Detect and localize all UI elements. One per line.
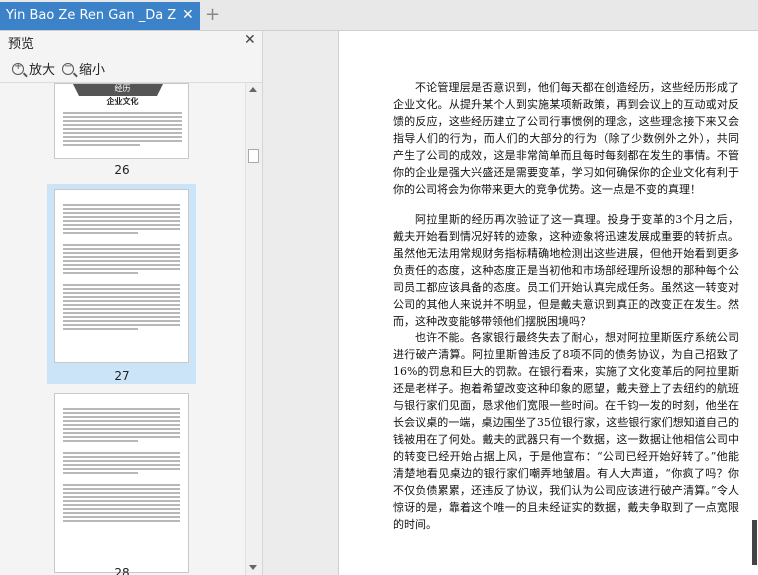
zoom-out-label: 缩小: [79, 63, 106, 78]
body-paragraph: 不论管理层是否意识到，他们每天都在创造经历，这些经历形成了企业文化。从提升某个人…: [393, 81, 739, 196]
document-viewer[interactable]: 不论管理层是否意识到，他们每天都在创造经历，这些经历形成了企业文化。从提升某个人…: [263, 31, 758, 575]
zoom-in-label: 放大: [29, 63, 56, 78]
zoom-out-button[interactable]: − 缩小: [62, 59, 105, 78]
thumbnail-scrollbar[interactable]: [245, 83, 262, 575]
document-page: 不论管理层是否意识到，他们每天都在创造经历，这些经历形成了企业文化。从提升某个人…: [338, 31, 758, 575]
add-tab-icon[interactable]: +: [205, 4, 220, 25]
sidebar-header: 预览 ✕: [0, 31, 262, 53]
thumbnail-list[interactable]: 经历 企业文化 26 27 28: [0, 83, 245, 575]
sidebar-title: 预览: [8, 36, 35, 51]
close-icon[interactable]: ✕: [182, 7, 194, 23]
zoom-in-button[interactable]: + 放大: [12, 59, 55, 78]
tab-bar: Yin Bao Ze Ren Gan _Da Zao ✕ +: [0, 0, 758, 31]
tab-title: Yin Bao Ze Ren Gan _Da Zao: [6, 8, 176, 23]
scrollbar-thumb[interactable]: [248, 149, 259, 163]
zoom-out-icon: −: [62, 61, 74, 75]
chevron-up-icon[interactable]: [249, 87, 257, 92]
thumb-heading: 企业文化: [106, 96, 139, 106]
zoom-in-icon: +: [12, 61, 24, 75]
page-number: 26: [114, 163, 130, 177]
zoom-toolbar: + 放大 − 缩小: [0, 56, 262, 83]
body-paragraph: 阿拉里斯的经历再次验证了这一真理。投身于变革的3个月之后，戴夫开始看到情况好转的…: [393, 213, 739, 328]
page-number: 27: [114, 369, 130, 383]
body-paragraph: 也许不能。各家银行最终失去了耐心，想对阿拉里斯医疗系统公司进行破产清算。阿拉里斯…: [393, 331, 739, 531]
close-icon[interactable]: ✕: [244, 32, 256, 48]
preview-sidebar: 预览 ✕ + 放大 − 缩小 经历 企业文化 26 27 28: [0, 31, 263, 575]
document-tab[interactable]: Yin Bao Ze Ren Gan _Da Zao ✕: [0, 2, 200, 30]
chapter-label: 经历: [114, 84, 131, 93]
page-number: 28: [114, 566, 130, 575]
chevron-down-icon[interactable]: [249, 565, 257, 570]
page-thumbnail[interactable]: [54, 393, 189, 573]
document-scrollbar-thumb[interactable]: [752, 520, 757, 565]
page-thumbnail[interactable]: 经历 企业文化: [54, 83, 189, 159]
page-thumbnail-selected[interactable]: [54, 189, 189, 363]
